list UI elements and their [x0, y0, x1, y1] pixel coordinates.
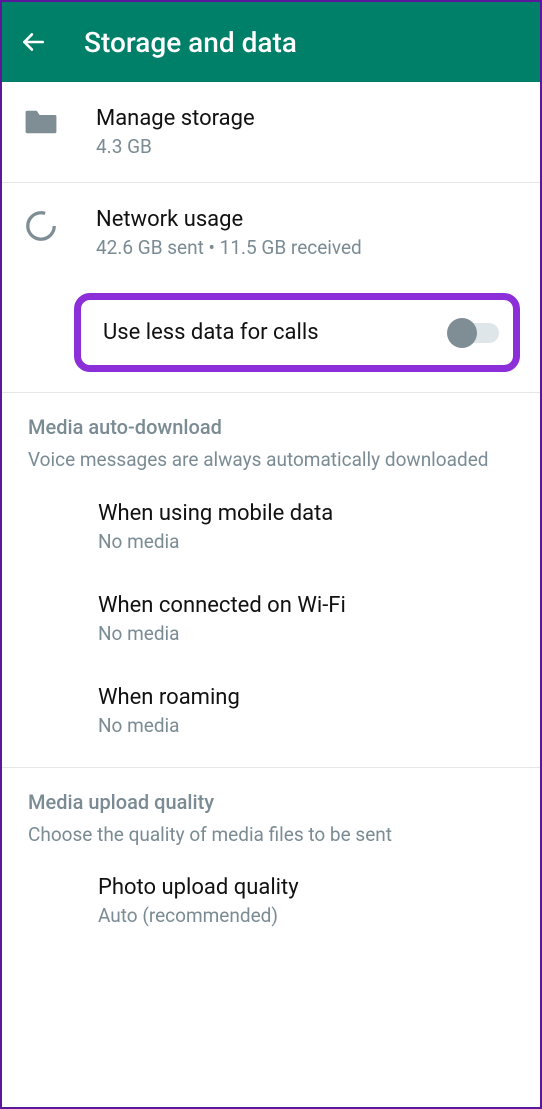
page-title: Storage and data	[84, 26, 297, 59]
network-usage-item[interactable]: Network usage 42.6 GB sent • 11.5 GB rec…	[2, 183, 540, 283]
mobile-data-title: When using mobile data	[98, 501, 518, 526]
manage-storage-item[interactable]: Manage storage 4.3 GB	[2, 82, 540, 182]
roaming-item[interactable]: When roaming No media	[2, 665, 540, 757]
mobile-data-subtitle: No media	[98, 530, 518, 553]
auto-download-heading: Media auto-download	[28, 415, 514, 439]
app-header: Storage and data	[2, 2, 540, 82]
upload-quality-header: Media upload quality Choose the quality …	[2, 768, 540, 856]
photo-quality-subtitle: Auto (recommended)	[98, 904, 518, 927]
network-usage-subtitle: 42.6 GB sent • 11.5 GB received	[96, 236, 518, 259]
folder-icon	[24, 108, 58, 136]
upload-quality-description: Choose the quality of media files to be …	[28, 822, 514, 848]
manage-storage-subtitle: 4.3 GB	[96, 135, 518, 158]
manage-storage-title: Manage storage	[96, 106, 518, 131]
network-usage-title: Network usage	[96, 207, 518, 232]
use-less-data-item[interactable]: Use less data for calls	[74, 293, 520, 372]
use-less-data-toggle[interactable]	[449, 323, 499, 343]
wifi-item[interactable]: When connected on Wi-Fi No media	[2, 573, 540, 665]
auto-download-description: Voice messages are always automatically …	[28, 447, 514, 473]
wifi-title: When connected on Wi-Fi	[98, 593, 518, 618]
roaming-title: When roaming	[98, 685, 518, 710]
roaming-subtitle: No media	[98, 714, 518, 737]
back-arrow-icon[interactable]	[20, 29, 46, 55]
use-less-data-title: Use less data for calls	[103, 320, 319, 345]
auto-download-header: Media auto-download Voice messages are a…	[2, 393, 540, 481]
wifi-subtitle: No media	[98, 622, 518, 645]
photo-quality-title: Photo upload quality	[98, 875, 518, 900]
mobile-data-item[interactable]: When using mobile data No media	[2, 481, 540, 573]
photo-quality-item[interactable]: Photo upload quality Auto (recommended)	[2, 855, 540, 947]
upload-quality-heading: Media upload quality	[28, 790, 514, 814]
data-usage-icon	[24, 209, 58, 243]
